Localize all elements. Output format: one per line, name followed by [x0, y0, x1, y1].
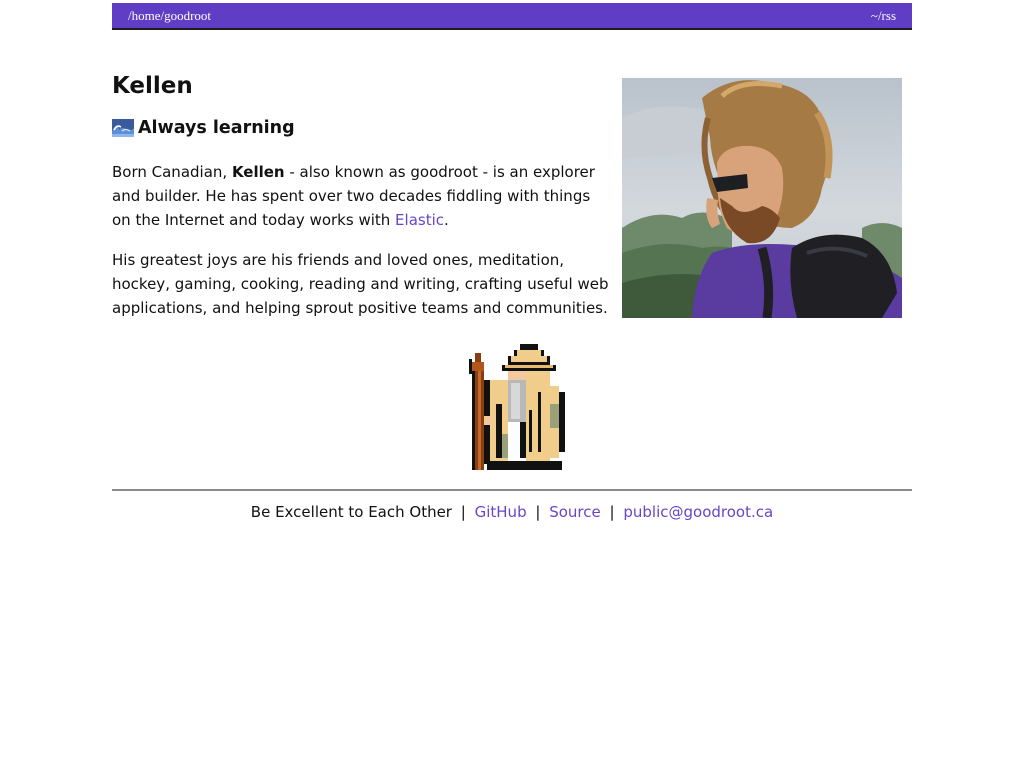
footer-separator: | — [609, 503, 615, 521]
footer-motto: Be Excellent to Each Other — [250, 503, 452, 521]
footer-separator: | — [535, 503, 541, 521]
page-wrapper: /home/goodroot ~/rss Kellen Always learn… — [112, 3, 912, 470]
tagline-text: Always learning — [138, 118, 295, 138]
page-footer: Be Excellent to Each Other | GitHub | So… — [112, 489, 912, 524]
elastic-link[interactable]: Elastic — [395, 211, 444, 229]
intro-name: Kellen — [231, 163, 285, 181]
pixel-wizard-icon — [469, 344, 565, 470]
tagline-heading: Always learning — [112, 116, 295, 140]
source-link[interactable]: Source — [549, 503, 601, 521]
intro-lead: Born Canadian, — [112, 163, 232, 181]
rss-link[interactable]: ~/rss — [871, 8, 896, 24]
email-link[interactable]: public@goodroot.ca — [623, 503, 773, 521]
intro-paragraph: Born Canadian, Kellen - also known as go… — [112, 160, 612, 232]
footer-separator: | — [460, 503, 466, 521]
home-link[interactable]: /home/goodroot — [128, 8, 211, 24]
joys-paragraph: His greatest joys are his friends and lo… — [112, 251, 609, 317]
github-link[interactable]: GitHub — [475, 503, 527, 521]
intro-end: . — [444, 211, 449, 229]
profile-section: Kellen Always learning Born Canadian, Ke… — [112, 72, 912, 334]
portrait-photo — [622, 78, 902, 318]
top-nav-bar: /home/goodroot ~/rss — [112, 3, 912, 30]
wave-icon — [112, 119, 134, 137]
page-title: Kellen — [112, 73, 193, 99]
